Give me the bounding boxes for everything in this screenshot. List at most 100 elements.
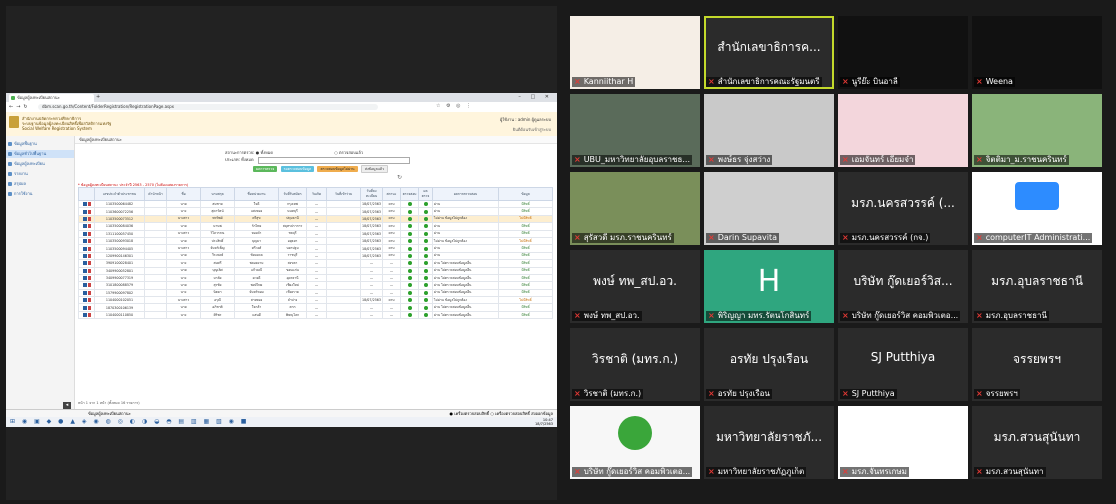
delete-icon[interactable] [87, 276, 91, 281]
column-header[interactable]: วันเกิด [306, 187, 327, 201]
status-option-2[interactable]: ○ เครื่องตรวจสอบสิทธิ์ [490, 411, 530, 416]
browser-tab[interactable]: ข้อมูลผู้ลงทะเบียนสถานะ [9, 94, 94, 102]
delete-icon[interactable] [87, 253, 91, 258]
participant-tile[interactable]: SJ Putthiya ⨯ SJ Putthiya [838, 328, 968, 401]
table-row[interactable]: 1103500084036 นาย มานพ รักไทย สมุทรปราการ — 18… [78, 222, 553, 231]
participant-tile[interactable]: ⨯ Kanniithar H [570, 16, 700, 89]
delete-icon[interactable] [87, 313, 91, 318]
edit-icon[interactable] [82, 209, 87, 214]
participant-tile[interactable]: บริษัท กู๊ดเยอร์วิส... ⨯ บริษัท กู๊ดเยอร์ว… [838, 250, 968, 323]
participant-tile[interactable]: ⨯ จิตติมา_ม.ราชนครินทร์ [972, 94, 1102, 167]
delete-icon[interactable] [87, 298, 91, 303]
sidebar-item-reports[interactable]: รายงาน [6, 170, 74, 178]
column-header[interactable]: ผลการตรวจสอบ [432, 187, 499, 201]
delete-icon[interactable] [87, 224, 91, 229]
participant-tile[interactable]: มรภ.อุบลราชธานี ⨯ มรภ.อุบลราชธานี [972, 250, 1102, 323]
delete-icon[interactable] [87, 290, 91, 295]
edit-icon[interactable] [82, 283, 87, 288]
column-header[interactable]: นามสกุล [200, 187, 235, 201]
column-header[interactable]: เลขประจำตัวประชาชน [94, 187, 145, 201]
delete-icon[interactable] [87, 209, 91, 214]
pagination[interactable]: หน้า 1 จาก 1 หน้า (ทั้งหมด 16 รายการ) [78, 400, 140, 406]
column-header[interactable]: ผลตรวจ [418, 187, 433, 201]
status-option-1[interactable]: ● เครื่องตรวจสอบสิทธิ์ [449, 411, 489, 416]
table-row[interactable]: 1103500073512 นางสาว พรทิพย์ ศรีสุข ปทุมธานี… [78, 214, 553, 224]
taskbar-app-icons[interactable]: ⊞ ◉ ▣ ◆ ● ▲ ◈ ◉ ◍ ◎ ◐ ◑ ◒ ◓ ▤ ▥ ▦ ▧ ◉ ■ [10, 418, 249, 425]
participant-tile[interactable]: อรทัย ปรุงเรือน ⨯ อรทัย ปรุงเรือน [704, 328, 834, 401]
table-row[interactable]: 1103500064482 นาย สมชาย ใจดี กรุงเทพ — 18/07/2… [78, 199, 553, 209]
collapse-toggle-icon[interactable]: ◂ [63, 402, 71, 409]
user-menu[interactable]: ผู้ใช้งาน : admin ผู้ดูแลระบบ [500, 116, 551, 123]
edit-icon[interactable] [82, 313, 87, 318]
participant-tile[interactable]: ⨯ บริษัท กู๊ดเยอร์วิส คอมพิวเตอ... [570, 406, 700, 479]
participant-tile[interactable]: ⨯ สุรัสวดี มรภ.ราชนครินทร์ [570, 172, 700, 245]
filter-radio-all[interactable]: ● ทั้งหมด [256, 150, 273, 155]
edit-icon[interactable] [82, 276, 87, 281]
column-header[interactable]: ตรวจสอบ [400, 187, 419, 201]
column-header[interactable]: วันที่รับสมัคร [278, 187, 307, 201]
table-row[interactable]: 1103600072256 นาง สุดารัตน์ แสงทอง นนทบุรี — 1… [78, 207, 553, 216]
edit-icon[interactable] [82, 216, 87, 221]
participant-tile[interactable]: วิรชาติ (มทร.ก.) ⨯ วิรชาติ (มทร.ก.) [570, 328, 700, 401]
delete-icon[interactable] [87, 216, 91, 221]
column-header[interactable]: ข้อมูล [498, 187, 553, 201]
participant-tile[interactable]: ⨯ computerIT Administrati... [972, 172, 1102, 245]
delete-icon[interactable] [87, 305, 91, 310]
edit-icon[interactable] [82, 239, 87, 244]
table-row[interactable]: 1579900097802 นาง นิตยา จันทร์หอม เชียงราย — —… [78, 288, 553, 298]
column-header[interactable] [78, 187, 95, 201]
column-header[interactable]: ชื่อ [166, 187, 201, 201]
new-tab-icon[interactable]: + [96, 94, 100, 100]
sidebar-item-summary[interactable]: สรุปผล [6, 180, 74, 188]
sidebar-item-basic[interactable]: ข้อมูลพื้นฐาน [6, 140, 74, 148]
table-row[interactable]: 1311100057450 นางสาว วิไลวรรณ ทองคำ ชลบุรี — 1… [78, 229, 553, 238]
participant-tile[interactable]: ⨯ Darin Supavita [704, 172, 834, 245]
export-button[interactable]: ส่งออกข้อมูล [531, 411, 553, 416]
table-row[interactable]: 1104000102051 นางสาว อรุณี สายทอง ลำปาง — 18/0… [78, 296, 553, 305]
participant-tile[interactable]: มหาวิทยาลัยราชภั... ⨯ มหาวิทยาลัยราชภัฏภูเ… [704, 406, 834, 479]
table-row[interactable]: 1209900146301 นาย วีระพงษ์ ชัยมงคล ราชบุรี — 1… [78, 251, 553, 261]
participant-tile[interactable]: ⨯ นูรีย๊ะ บินอาลี [838, 16, 968, 89]
delete-icon[interactable] [87, 231, 91, 236]
sidebar-item-usage[interactable]: การใช้งาน [6, 190, 74, 198]
delete-icon[interactable] [87, 283, 91, 288]
participant-tile[interactable]: ⨯ Weena [972, 16, 1102, 89]
delete-icon[interactable] [87, 268, 91, 273]
tab-failed[interactable]: ตรวจสอบข้อมูลไม่ผ่าน [317, 166, 358, 172]
window-controls[interactable]: – □ ✕ [518, 94, 553, 100]
column-header[interactable]: สถานะ [382, 187, 401, 201]
delete-icon[interactable] [87, 246, 91, 251]
edit-icon[interactable] [82, 268, 87, 273]
tab-result[interactable]: ผลการตรวจ [253, 166, 278, 172]
participant-tile[interactable]: ⨯ UBU_มหาวิทยาลัยอุบลราชธ... [570, 94, 700, 167]
participant-tile[interactable]: H ⨯ พิริญญา มทร.รัตนโกสินทร์ [704, 250, 834, 323]
participant-tile[interactable]: สำนักเลขาธิการค... ⨯ สำนักเลขาธิการคณะรัฐม… [704, 16, 834, 89]
edit-icon[interactable] [82, 305, 87, 310]
edit-icon[interactable] [82, 290, 87, 295]
edit-icon[interactable] [82, 253, 87, 258]
tab-pending[interactable]: รอตรวจสอบข้อมูล [280, 166, 315, 172]
table-row[interactable]: 1104000110850 นาง ศิริพร แสนดี พิษณุโลก — — — ผ่… [78, 310, 553, 320]
url-input[interactable]: dbm.scan.go.th/Content/FolderRegistratio… [38, 104, 378, 110]
table-row[interactable]: 1103500093018 นาย ประสิทธิ์ บุญมา อยุธยา — 18/… [78, 236, 553, 246]
nav-buttons[interactable]: ←→↻ [9, 104, 31, 110]
participant-tile[interactable]: มรภ.สวนสุนันทา ⨯ มรภ.สวนสุนันทา [972, 406, 1102, 479]
filter-radio-checked[interactable]: ○ ตรวจสอบแล้ว [334, 150, 363, 155]
column-header[interactable]: ชื่อหน่วยงาน [234, 187, 279, 201]
participant-tile[interactable]: ⨯ มรภ.จันทรเกษม [838, 406, 968, 479]
table-row[interactable]: 1870300106139 นาย อภิชาติ ใจกล้า ตาก — — — ผ่าน … [78, 303, 553, 312]
participant-tile[interactable]: พงษ์ ทพ_สป.อว. ⨯ พงษ์ ทพ_สป.อว. [570, 250, 700, 323]
delete-icon[interactable] [87, 261, 91, 266]
edit-icon[interactable] [82, 246, 87, 251]
edit-icon[interactable] [82, 231, 87, 236]
delete-icon[interactable] [87, 239, 91, 244]
sidebar-item-registrants[interactable]: ข้อมูลผู้ลงทะเบียน [6, 160, 74, 168]
extension-icons[interactable]: ☆ ⚙ ◎ ⋮ [436, 103, 473, 109]
tab-sent[interactable]: ส่งข้อมูลแล้ว [360, 165, 388, 173]
table-row[interactable]: 3409900052801 นาย บุญเลิศ แก้วมณี ขอนแก่น — — —… [78, 266, 553, 275]
edit-icon[interactable] [82, 261, 87, 266]
table-row[interactable]: 3909100028401 นาง สมศรี พลอยงาม สงขลา — — — ผ่าน… [78, 259, 553, 268]
participant-tile[interactable]: จรรยพรฯ ⨯ จรรยพรฯ [972, 328, 1102, 401]
table-row[interactable]: 1103500094405 นางสาว จันทร์เพ็ญ ศรีวงศ์ นครป… [78, 244, 553, 253]
edit-icon[interactable] [82, 224, 87, 229]
